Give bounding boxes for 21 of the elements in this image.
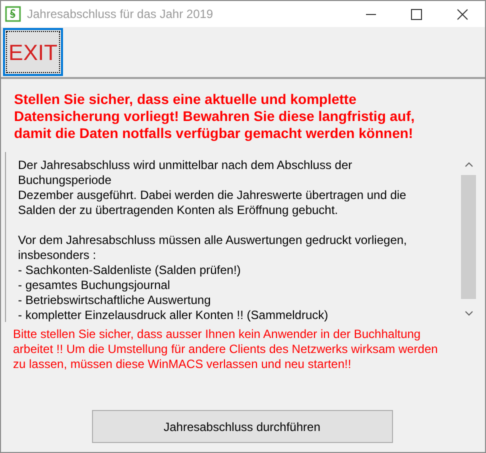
info-line: - Sachkonten-Saldenliste (Salden prüfen!) <box>18 263 242 278</box>
info-line: Dezember ausgeführt. Dabei werden die Jahreswerte übertragen und die <box>18 188 408 203</box>
info-line: - Betriebswirtschaftliche Auswertung <box>18 293 212 308</box>
info-line: Buchungsperiode <box>18 173 112 188</box>
warning-text: Stellen Sie sicher, dass eine aktuelle und komplette Datensicherung vorliegt! Bewahren Sie diese langfristig auf, damit die Daten notfalls verfügbar gemacht werden können! <box>14 91 416 142</box>
scroll-up-icon[interactable] <box>464 162 472 167</box>
close-icon[interactable] <box>457 8 468 20</box>
info-line: Der Jahresabschluss wird unmittelbar nach dem Abschluss der <box>18 158 354 173</box>
exit-button[interactable]: EXIT <box>3 28 63 76</box>
notice-text: Bitte stellen Sie sicher, dass ausser Ihnen kein Anwender in der Buchhaltung arbeitet !! Um die Umstellung für andere Clients des Netzwerks wirksam werden zu lassen, müssen diese WinMACS verlassen und neu starten!! <box>13 327 439 372</box>
info-line: Vor dem Jahresabschluss müssen alle Auswertungen gedruckt vorliegen, <box>18 233 408 248</box>
year-end-closing-button[interactable]: Jahresabschluss durchführen <box>92 410 392 443</box>
scroll-down-icon[interactable] <box>464 311 472 316</box>
info-line: insbesonders : <box>18 248 98 263</box>
window-title: Jahresabschluss für das Jahr 2019 <box>27 6 214 23</box>
maximize-icon[interactable] <box>411 8 422 20</box>
info-line: Salden der zu übertragenden Konten als Eröffnung gebucht. <box>18 203 340 218</box>
info-line: - gesamtes Buchungsjournal <box>18 278 172 293</box>
app-icon <box>5 6 21 22</box>
scrollbar-thumb[interactable] <box>461 175 476 299</box>
info-line: - kompletter Einzelausdruck aller Konten !! (Sammeldruck) <box>18 308 330 323</box>
